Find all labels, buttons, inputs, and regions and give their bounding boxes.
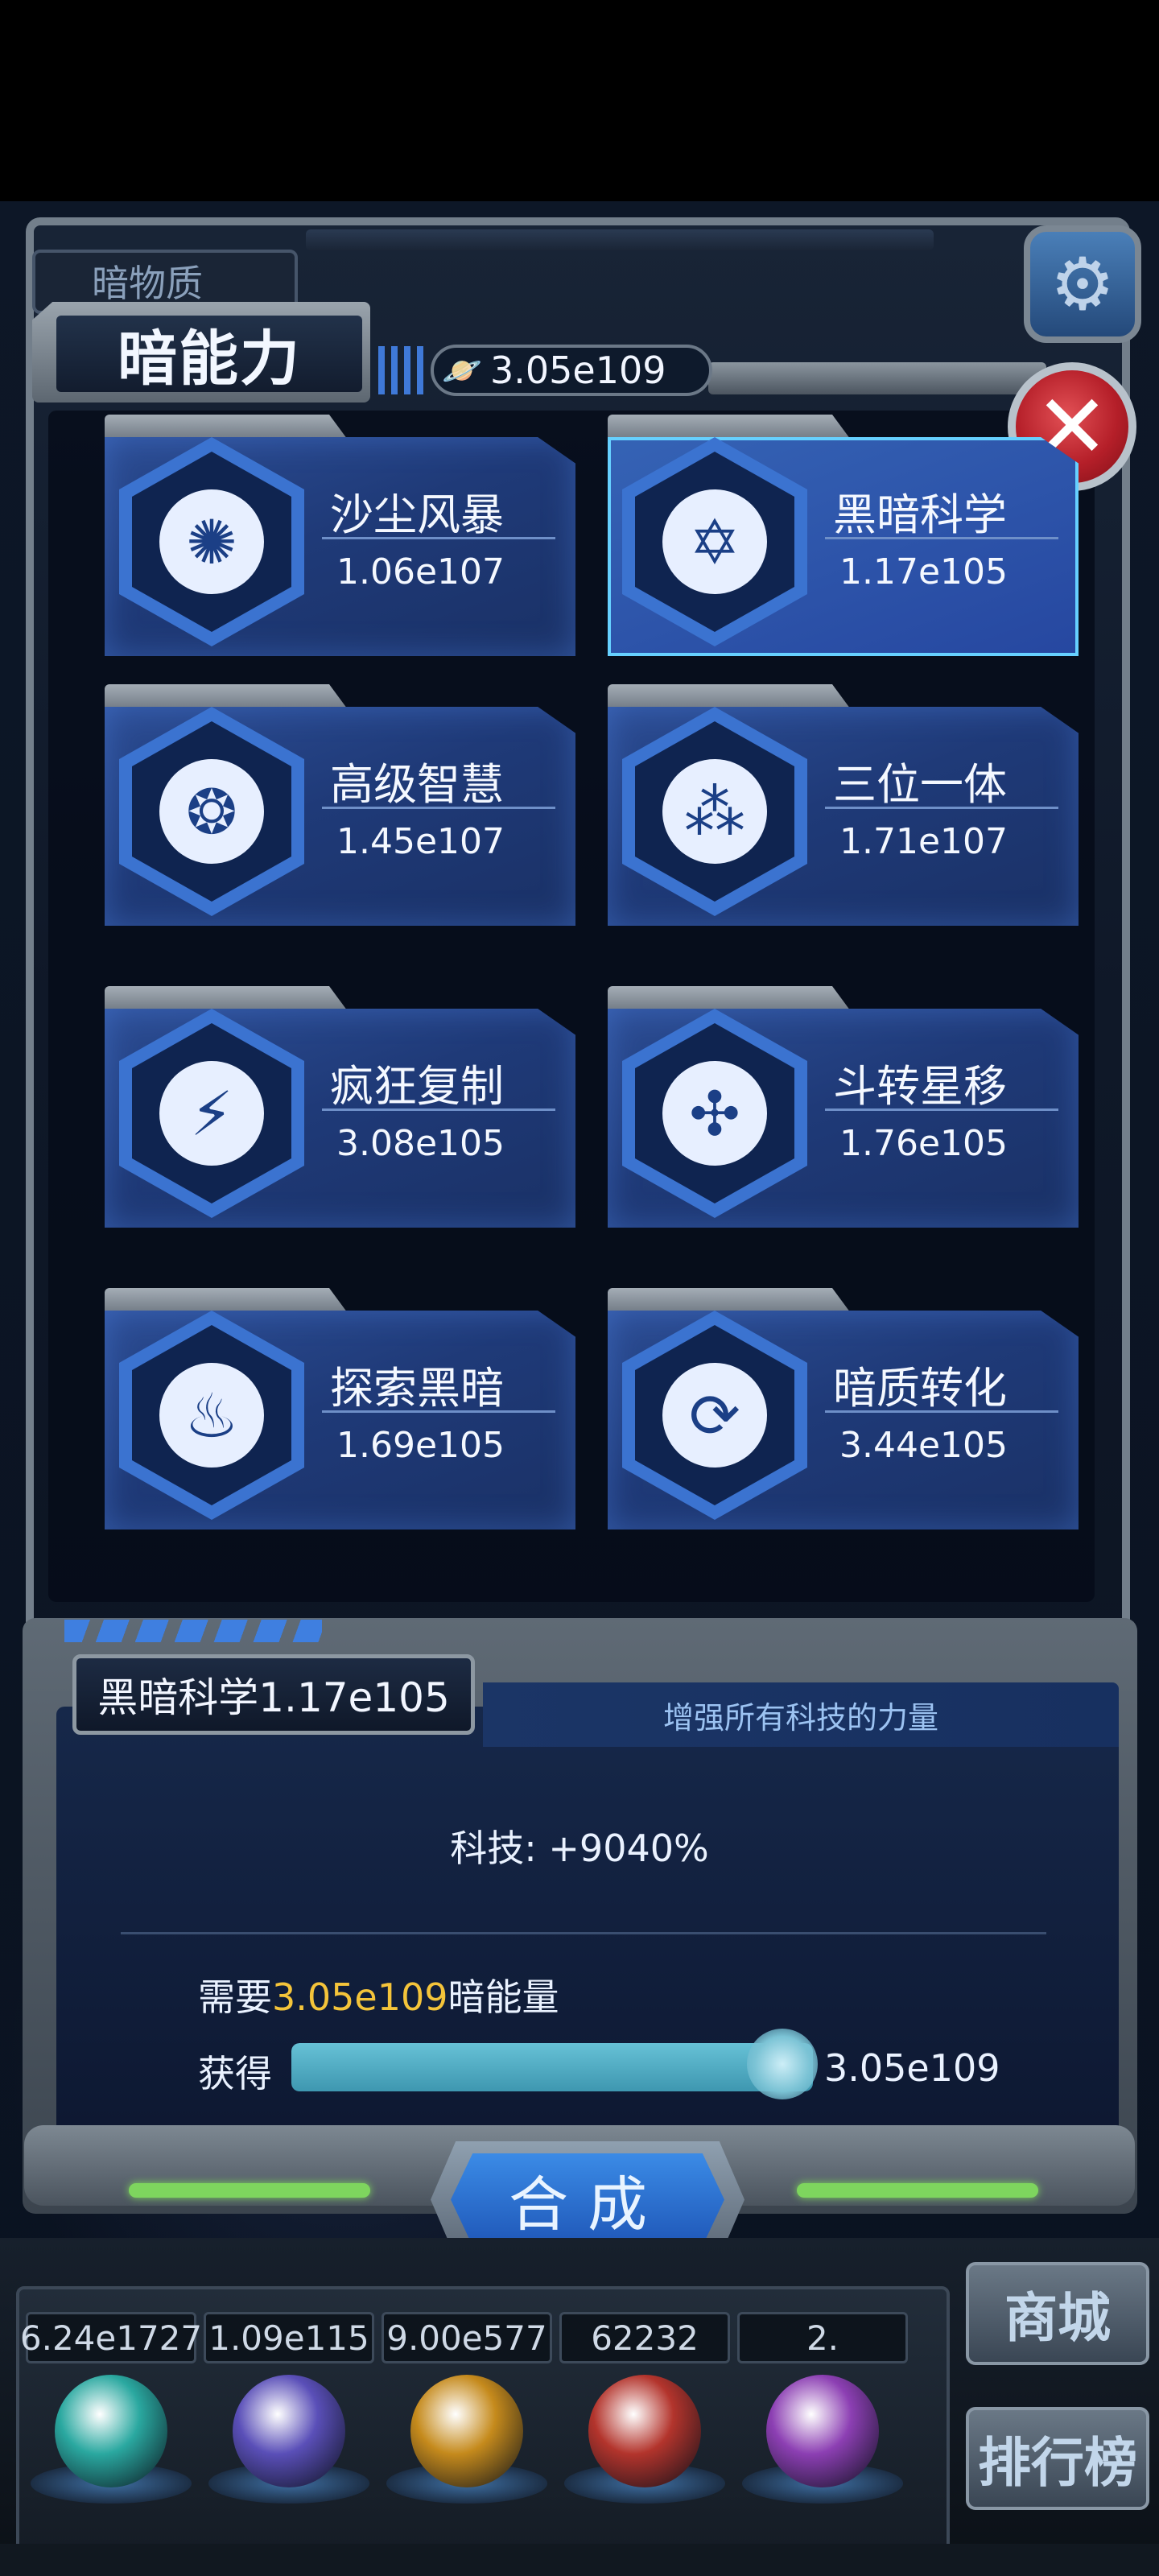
gain-slider-track[interactable] xyxy=(291,2043,813,2091)
selected-skill-title: 黑暗科学1.17e105 xyxy=(97,1674,450,1721)
trinity-circles-icon: ⁂ xyxy=(662,759,767,864)
card-divider xyxy=(322,1410,555,1413)
resource-orb[interactable] xyxy=(55,2375,167,2487)
title-stripes xyxy=(378,346,427,394)
card-divider xyxy=(825,807,1058,809)
detail-stripes xyxy=(64,1620,322,1642)
skill-name: 沙尘风暴 xyxy=(330,489,504,540)
card-divider xyxy=(322,537,555,539)
divider xyxy=(121,1932,1046,1934)
resource-orb[interactable] xyxy=(233,2375,345,2487)
resource-orb[interactable] xyxy=(766,2375,879,2487)
page-title: 暗能力 xyxy=(118,324,301,394)
left-indicator-bar xyxy=(129,2183,370,2198)
skill-card[interactable]: ✺ 沙尘风暴 1.06e107 xyxy=(105,415,575,656)
skill-name: 斗转星移 xyxy=(833,1061,1007,1112)
skill-card[interactable]: ⟳ 暗质转化 3.44e105 xyxy=(608,1288,1079,1530)
skill-card[interactable]: ✣ 斗转星移 1.76e105 xyxy=(608,986,1079,1228)
leaderboard-button[interactable]: 排行榜 xyxy=(966,2407,1149,2510)
energy-counter: 🪐 3.05e109 xyxy=(431,345,712,396)
resource-value: 1.09e115 xyxy=(204,2312,374,2363)
card-divider xyxy=(825,1410,1058,1413)
skill-effect: 科技: +9040% xyxy=(450,1827,709,1870)
resource-value: 9.00e577 xyxy=(382,2312,552,2363)
skill-name: 三位一体 xyxy=(833,759,1007,810)
cycle-arrows-icon: ⟳ xyxy=(662,1363,767,1468)
shop-button[interactable]: 商城 xyxy=(966,2262,1149,2365)
detail-banner: 增强所有科技的力量 xyxy=(483,1682,1119,1747)
header-rail xyxy=(708,362,1046,394)
gain-slider-handle[interactable] xyxy=(747,2029,818,2099)
skill-value: 1.17e105 xyxy=(839,551,1008,592)
skill-value: 1.76e105 xyxy=(839,1123,1008,1164)
detail-title-plate: 黑暗科学1.17e105 xyxy=(72,1654,475,1735)
lightning-expand-icon: ⚡ xyxy=(159,1061,264,1166)
skill-card[interactable]: ♨ 探索黑暗 1.69e105 xyxy=(105,1288,575,1530)
sandstorm-icon: ✺ xyxy=(159,489,264,594)
skill-card[interactable]: ⚡ 疯狂复制 3.08e105 xyxy=(105,986,575,1228)
vortex-icon: ✣ xyxy=(662,1061,767,1166)
resource-value: 6.24e1727 xyxy=(20,2312,202,2363)
title-plate-inner: 暗能力 xyxy=(56,316,362,394)
settings-button[interactable]: ⚙ xyxy=(1024,225,1141,343)
skill-value: 1.45e107 xyxy=(336,821,505,862)
resource-orb[interactable] xyxy=(588,2375,701,2487)
right-indicator-bar xyxy=(797,2183,1038,2198)
skill-card[interactable]: ❂ 高级智慧 1.45e107 xyxy=(105,684,575,926)
need-prefix: 需要 xyxy=(198,1975,272,2019)
lantern-icon: ♨ xyxy=(159,1363,264,1468)
skill-name: 黑暗科学 xyxy=(833,489,1007,540)
skill-value: 3.08e105 xyxy=(336,1123,505,1164)
skill-value: 3.44e105 xyxy=(839,1425,1008,1466)
card-divider xyxy=(322,1108,555,1111)
skill-name: 高级智慧 xyxy=(330,759,504,810)
card-divider xyxy=(825,1108,1058,1111)
energy-value: 3.05e109 xyxy=(490,349,666,392)
skill-name: 探索黑暗 xyxy=(330,1363,504,1414)
skill-description: 增强所有科技的力量 xyxy=(662,1699,938,1736)
requirement-text: 需要3.05e109暗能量 xyxy=(198,1968,559,2021)
skill-name: 暗质转化 xyxy=(833,1363,1007,1414)
planet-icon: 🪐 xyxy=(442,352,482,390)
brain-icon: ❂ xyxy=(159,759,264,864)
card-divider xyxy=(322,807,555,809)
card-divider xyxy=(825,537,1058,539)
bottom-strip xyxy=(0,2544,1159,2576)
skill-value: 1.69e105 xyxy=(336,1425,505,1466)
hexagram-eye-icon: ✡ xyxy=(662,489,767,594)
gain-label: 获得 xyxy=(198,2052,272,2095)
gear-icon: ⚙ xyxy=(1050,242,1116,327)
need-amount: 3.05e109 xyxy=(272,1975,448,2019)
skill-card[interactable]: ✡ 黑暗科学 1.17e105 xyxy=(608,415,1079,656)
skill-name: 疯狂复制 xyxy=(330,1061,504,1112)
skill-value: 1.06e107 xyxy=(336,551,505,592)
top-rail xyxy=(306,229,934,250)
gain-value: 3.05e109 xyxy=(824,2046,1000,2090)
gain-slider-fill xyxy=(291,2043,813,2091)
resource-value: 2. xyxy=(737,2312,908,2363)
synthesize-button[interactable]: 合成 xyxy=(451,2153,724,2246)
skill-value: 1.71e107 xyxy=(839,821,1008,862)
skill-card[interactable]: ⁂ 三位一体 1.71e107 xyxy=(608,684,1079,926)
need-suffix: 暗能量 xyxy=(448,1975,559,2019)
resource-orb[interactable] xyxy=(410,2375,523,2487)
resource-value: 62232 xyxy=(559,2312,730,2363)
